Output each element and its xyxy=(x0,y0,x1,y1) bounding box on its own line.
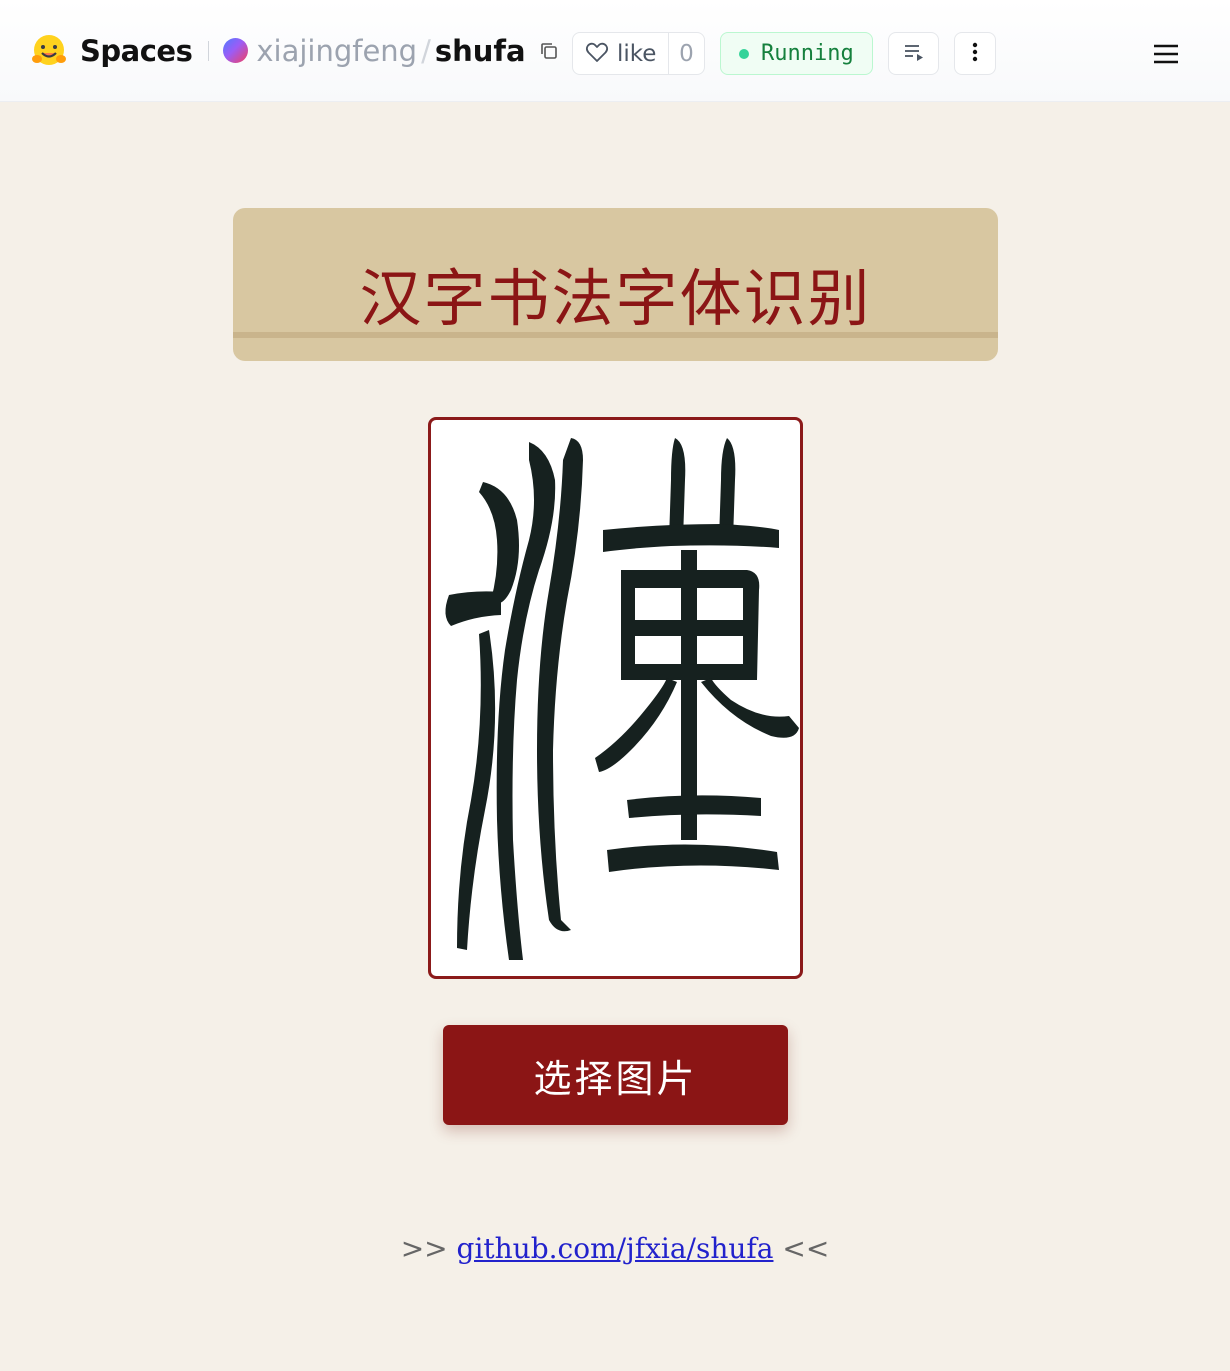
path-separator: / xyxy=(421,33,431,68)
calligraphy-image-preview xyxy=(428,417,803,979)
page-title: 汉字书法字体识别 xyxy=(359,262,872,335)
hugging-face-icon[interactable] xyxy=(30,32,68,70)
owner-link[interactable]: xiajingfeng xyxy=(256,34,417,68)
banner-stripe xyxy=(233,332,998,338)
repo-link[interactable]: shufa xyxy=(435,34,526,68)
hamburger-menu-icon[interactable] xyxy=(1152,40,1180,68)
spaces-link[interactable]: Spaces xyxy=(80,34,193,68)
footer: >> github.com/jfxia/shufa << xyxy=(0,1232,1230,1265)
like-label: like xyxy=(617,40,657,67)
footer-prefix: >> xyxy=(400,1232,448,1265)
footer-suffix: << xyxy=(782,1232,830,1265)
like-toggle[interactable]: like xyxy=(573,33,669,74)
copy-icon[interactable] xyxy=(538,40,560,62)
more-vertical-icon xyxy=(971,41,979,67)
owner-avatar[interactable] xyxy=(223,38,249,63)
more-options-button[interactable] xyxy=(954,32,996,75)
status-dot xyxy=(739,48,749,59)
select-image-button[interactable]: 选择图片 xyxy=(443,1025,788,1125)
github-link[interactable]: github.com/jfxia/shufa xyxy=(457,1232,774,1265)
title-banner: 汉字书法字体识别 xyxy=(233,208,998,361)
like-button[interactable]: like 0 xyxy=(572,32,705,75)
status-badge[interactable]: Running xyxy=(720,32,873,75)
divider xyxy=(208,40,210,61)
heart-icon xyxy=(585,41,609,67)
calligraphy-image xyxy=(445,438,799,960)
status-label: Running xyxy=(761,41,854,66)
playlist-button[interactable] xyxy=(888,32,939,75)
like-count[interactable]: 0 xyxy=(669,41,704,67)
playlist-icon xyxy=(902,41,926,67)
